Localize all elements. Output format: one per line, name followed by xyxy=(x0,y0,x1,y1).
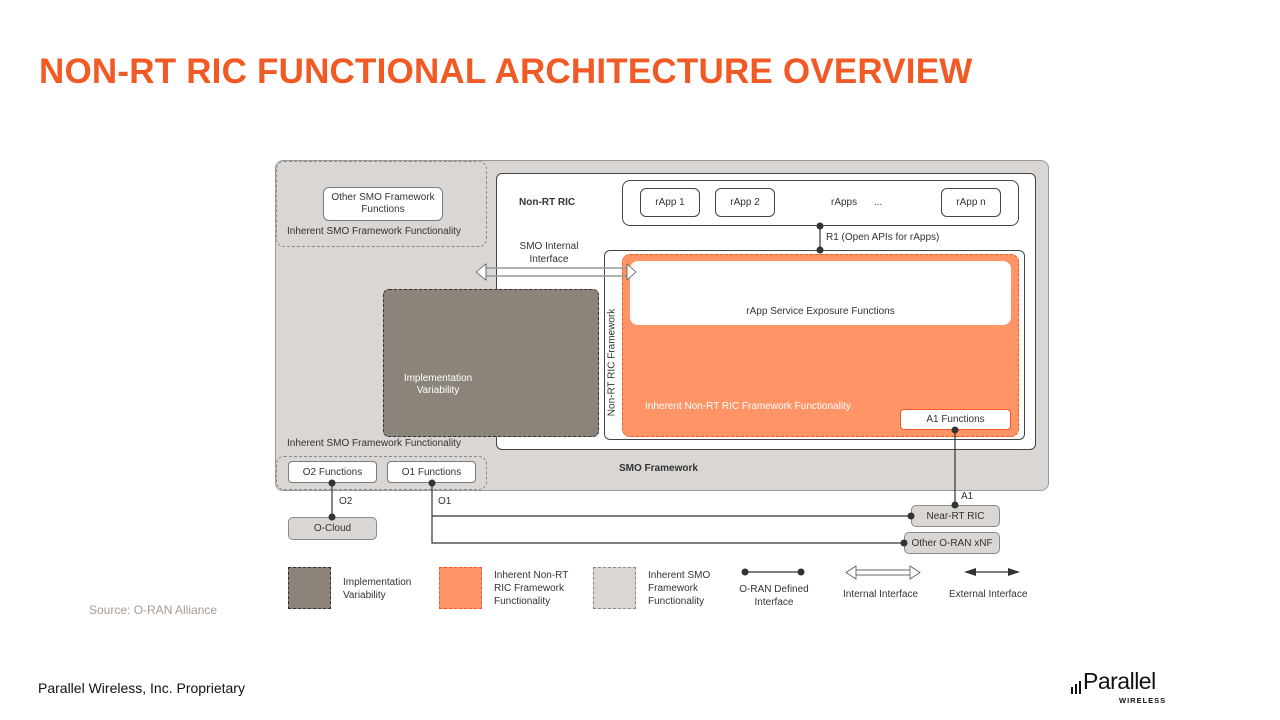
legend-inherent-non-rt-ric-label: Inherent Non-RT RIC Framework Functional… xyxy=(494,569,579,608)
rapp-1-label: rApp 1 xyxy=(655,197,685,208)
implementation-variability-label: Implementation Variability xyxy=(393,373,483,397)
rapp-service-exposure-box: rApp Service Exposure Functions xyxy=(630,261,1011,325)
footer-proprietary: Parallel Wireless, Inc. Proprietary xyxy=(38,680,245,696)
inherent-smo-label-top: Inherent SMO Framework Functionality xyxy=(287,226,461,237)
o2-interface-label: O2 xyxy=(339,496,353,507)
legend-oran-defined-interface-icon xyxy=(741,568,805,576)
a1-functions-box[interactable]: A1 Functions xyxy=(900,409,1011,430)
source-note: Source: O-RAN Alliance xyxy=(89,603,218,617)
o2-functions-label: O2 Functions xyxy=(302,466,363,478)
near-rt-ric-box[interactable]: Near-RT RIC xyxy=(911,505,1000,527)
other-oran-xnf-label: Other O-RAN xNF xyxy=(911,537,993,549)
implementation-variability-text: Implementation Variability xyxy=(403,373,473,396)
non-rt-ric-framework-vertical-label: Non-RT RIC Framework xyxy=(606,308,618,417)
rapp-n-label: rApp n xyxy=(956,197,986,208)
legend-internal-interface-label: Internal Interface xyxy=(843,589,919,600)
smo-internal-interface-label: SMO Internal Interface xyxy=(515,240,583,266)
near-rt-ric-label: Near-RT RIC xyxy=(926,510,985,522)
legend-implementation-variability-label: Implementation Variability xyxy=(343,576,423,602)
a1-functions-label: A1 Functions xyxy=(926,414,985,425)
non-rt-ric-label: Non-RT RIC xyxy=(519,197,576,208)
a1-interface-label: A1 xyxy=(961,491,974,502)
o-cloud-box[interactable]: O-Cloud xyxy=(288,517,377,540)
legend-internal-interface-icon xyxy=(845,565,921,580)
o2-functions-box[interactable]: O2 Functions xyxy=(288,461,377,483)
rapp-2[interactable]: rApp 2 xyxy=(715,188,775,217)
legend-inherent-smo-label: Inherent SMO Framework Functionality xyxy=(648,569,720,608)
legend-impl-text: Implementation Variability xyxy=(343,577,412,601)
legend-oran-text: O-RAN Defined Interface xyxy=(739,584,809,608)
rapps-label: rApps xyxy=(831,197,858,208)
rapps-ellipsis: ... xyxy=(874,197,883,208)
inherent-non-rt-ric-label: Inherent Non-RT RIC Framework Functional… xyxy=(645,401,851,412)
r1-interface-label: R1 (Open APIs for rApps) xyxy=(826,232,940,243)
other-oran-xnf-box[interactable]: Other O-RAN xNF xyxy=(904,532,1000,554)
legend-implementation-variability-swatch xyxy=(288,567,331,609)
rapp-service-exposure-label: rApp Service Exposure Functions xyxy=(746,306,895,317)
o-cloud-label: O-Cloud xyxy=(313,523,352,534)
smo-internal-interface-text: SMO Internal Interface xyxy=(519,241,579,265)
other-smo-functions-box: Other SMO Framework Functions xyxy=(323,187,443,221)
legend-smo-text: Inherent SMO Framework Functionality xyxy=(648,570,711,607)
legend-nonrt-text: Inherent Non-RT RIC Framework Functional… xyxy=(494,570,569,607)
implementation-variability-region xyxy=(383,289,599,437)
inherent-smo-label-bottom: Inherent SMO Framework Functionality xyxy=(287,438,461,449)
o1-functions-box[interactable]: O1 Functions xyxy=(387,461,476,483)
rapp-2-label: rApp 2 xyxy=(730,197,760,208)
legend-oran-defined-interface-label: O-RAN Defined Interface xyxy=(733,583,815,609)
other-smo-functions-label: Other SMO Framework Functions xyxy=(331,192,435,215)
legend-inherent-smo-swatch xyxy=(593,567,636,609)
legend-inherent-non-rt-ric-swatch xyxy=(439,567,482,609)
page-title: NON-RT RIC FUNCTIONAL ARCHITECTURE OVERV… xyxy=(39,52,973,91)
legend-external-interface-label: External Interface xyxy=(949,589,1028,600)
legend-external-interface-icon xyxy=(964,568,1020,576)
smo-framework-label: SMO Framework xyxy=(619,463,698,474)
logo-subtext: WIRELESS xyxy=(1119,696,1167,705)
parallel-wireless-logo: Parallel WIRELESS xyxy=(1070,668,1170,708)
o1-functions-label: O1 Functions xyxy=(401,466,462,478)
o1-interface-label: O1 xyxy=(438,496,452,507)
logo-wordmark: Parallel xyxy=(1083,668,1156,694)
rapp-n[interactable]: rApp n xyxy=(941,188,1001,217)
rapp-1[interactable]: rApp 1 xyxy=(640,188,700,217)
